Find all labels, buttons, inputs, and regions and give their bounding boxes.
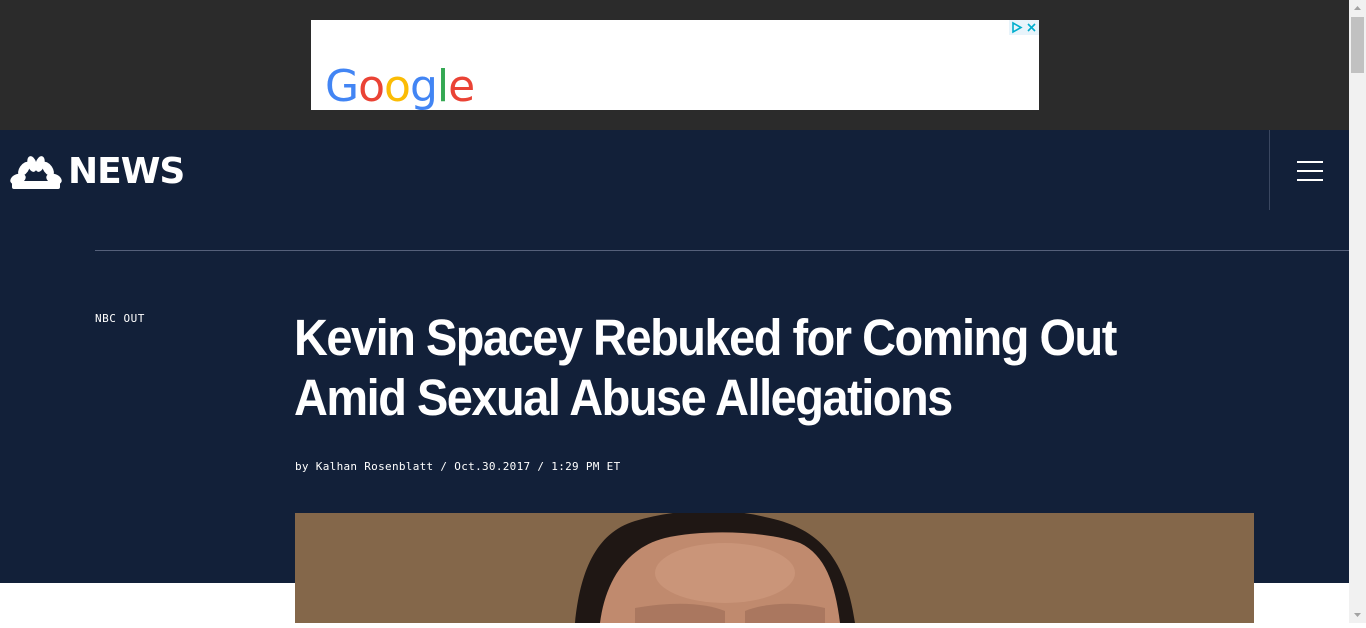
byline-separator: / [537,460,545,473]
publish-date: Oct.30.2017 [454,460,531,473]
section-link[interactable]: NBC OUT [95,312,145,325]
hamburger-menu-icon[interactable] [1297,161,1323,181]
ad-bar: Google [0,0,1349,130]
byline-separator: / [440,460,448,473]
byline: by Kalhan Rosenblatt / Oct.30.2017 / 1:2… [295,460,621,473]
nbc-peacock-icon [10,156,62,189]
close-x-icon[interactable] [1024,20,1039,35]
article-headline: Kevin Spacey Rebuked for Coming Out Amid… [294,309,1117,426]
google-ad-banner[interactable]: Google [311,20,1039,110]
nbc-news-logo[interactable]: NEWS [10,151,185,192]
logo-text: NEWS [68,151,185,192]
publish-time: 1:29 PM ET [551,460,621,473]
byline-prefix: by [295,460,309,473]
menu-divider [1269,130,1270,210]
scroll-thumb[interactable] [1351,17,1364,73]
header-divider [95,250,1349,251]
scroll-up-icon[interactable] [1349,0,1366,17]
scroll-down-icon[interactable] [1349,606,1366,623]
author-link[interactable]: Kalhan Rosenblatt [316,460,434,473]
adchoices-triangle-icon[interactable] [1009,20,1024,35]
hero-portrait [295,513,1254,623]
ad-choices [1009,20,1039,35]
google-logo[interactable]: Google [325,60,475,110]
hero-image [295,513,1254,623]
page-scrollbar[interactable] [1349,0,1366,623]
